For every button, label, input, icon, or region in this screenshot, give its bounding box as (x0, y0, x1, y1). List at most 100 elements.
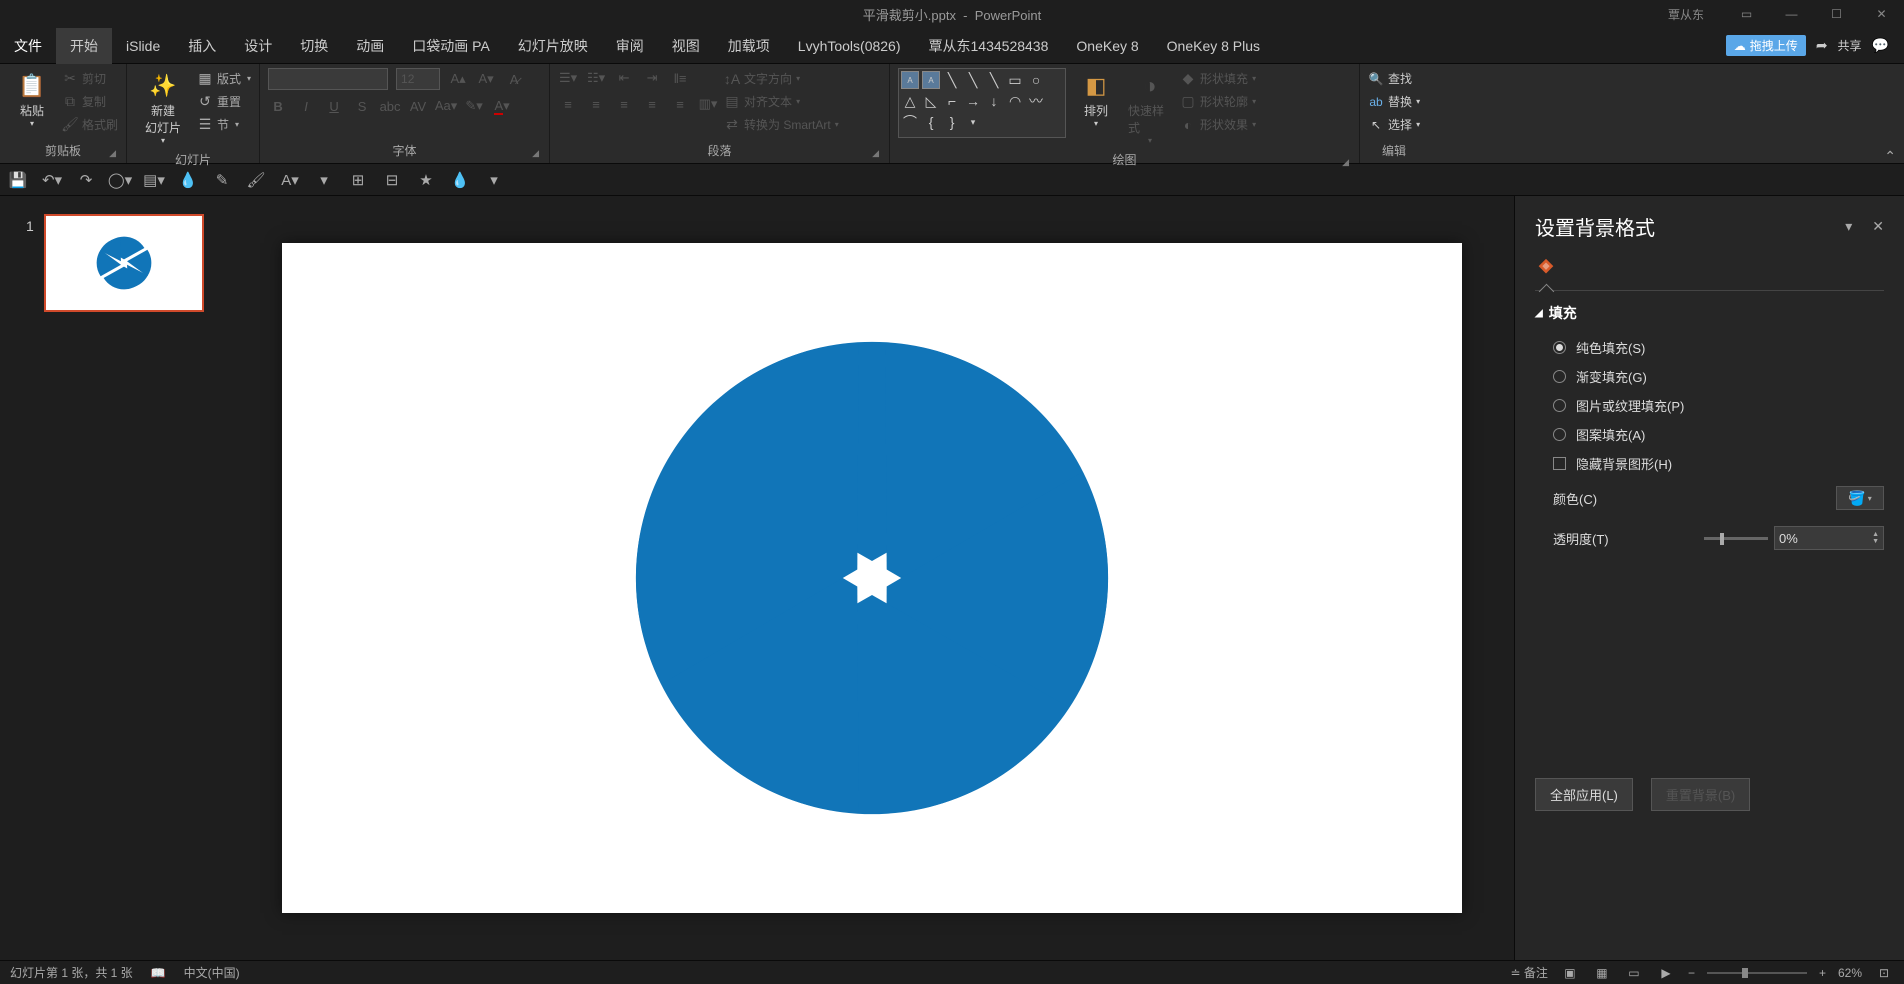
format-painter-button[interactable]: 🖌格式刷 (62, 114, 118, 135)
tab-transitions[interactable]: 切换 (286, 28, 342, 64)
tab-qcd[interactable]: 覃从东1434528438 (915, 28, 1063, 64)
shadow-icon[interactable]: abc (380, 96, 400, 116)
tab-slideshow[interactable]: 幻灯片放映 (504, 28, 602, 64)
shape-line2-icon[interactable]: ╲ (964, 71, 982, 89)
tab-pa[interactable]: 口袋动画 PA (398, 28, 504, 64)
new-slide-button[interactable]: ✨ 新建 幻灯片 ▾ (135, 68, 191, 149)
shapes-gallery[interactable]: A A ╲ ╲ ╲ ▭ ○ △ ◺ ⌐ → ↓ ◠ 〰 ⌒ { } ▾ (898, 68, 1066, 138)
shape-triangle-icon[interactable]: ◺ (922, 92, 940, 110)
indent-dec-icon[interactable]: ⇤ (614, 68, 634, 88)
radio-gradient-fill[interactable]: 渐变填充(G) (1535, 362, 1884, 391)
numbering-icon[interactable]: ☷▾ (586, 68, 606, 88)
user-name[interactable]: 覃从东 (1668, 6, 1704, 23)
tab-islide[interactable]: iSlide (112, 28, 174, 64)
launcher-icon[interactable]: ◢ (1342, 157, 1349, 168)
font-size-combo[interactable]: 12 (396, 68, 440, 90)
select-button[interactable]: ↖选择▾ (1368, 114, 1420, 135)
columns-icon[interactable]: ▥▾ (698, 94, 718, 114)
shape-arrowd-icon[interactable]: ↓ (985, 92, 1003, 110)
strike-icon[interactable]: S (352, 96, 372, 116)
redo-icon[interactable]: ↷ (76, 170, 96, 190)
line-spacing-icon[interactable]: ‖≡ (670, 68, 690, 88)
font-family-combo[interactable] (268, 68, 388, 90)
bullets-icon[interactable]: ☰▾ (558, 68, 578, 88)
find-button[interactable]: 🔍查找 (1368, 68, 1420, 89)
thumbnail-item[interactable]: 1 (26, 214, 204, 312)
shape-outline-button[interactable]: ▢形状轮廓▾ (1180, 91, 1256, 112)
shape-tool-icon[interactable]: ◯▾ (110, 170, 130, 190)
tab-file[interactable]: 文件 (0, 28, 56, 64)
shape-brace-r-icon[interactable]: } (943, 113, 961, 131)
text-direction-button[interactable]: ↕A文字方向▾ (724, 68, 839, 89)
color-picker-button[interactable]: 🪣 ▾ (1836, 486, 1884, 510)
zoom-slider[interactable] (1707, 972, 1807, 974)
paste-button[interactable]: 📋 粘贴 ▾ (8, 68, 56, 132)
italic-icon[interactable]: I (296, 96, 316, 116)
align-center-icon[interactable]: ≡ (586, 94, 606, 114)
undo-icon[interactable]: ↶▾ (42, 170, 62, 190)
reset-bg-button[interactable]: 重置背景(B) (1651, 778, 1750, 811)
tab-view[interactable]: 视图 (658, 28, 714, 64)
pane-menu-icon[interactable]: ▾ (1845, 218, 1852, 235)
shrink-font-icon[interactable]: A▾ (476, 69, 496, 89)
slide-canvas-area[interactable] (230, 196, 1514, 960)
save-icon[interactable]: 💾 (8, 170, 28, 190)
shape-arc2-icon[interactable]: ⌒ (901, 113, 919, 131)
shape-textbox2-icon[interactable]: A (922, 71, 940, 89)
text-icon[interactable]: A▾ (280, 170, 300, 190)
tab-lvyh[interactable]: LvyhTools(0826) (784, 28, 915, 64)
smartart-button[interactable]: ⇄转换为 SmartArt▾ (724, 114, 839, 135)
underline-icon[interactable]: U (324, 96, 344, 116)
align-left-icon[interactable]: ≡ (558, 94, 578, 114)
shape-brace-l-icon[interactable]: { (922, 113, 940, 131)
shape-arc-icon[interactable]: ◠ (1006, 92, 1024, 110)
shape-line3-icon[interactable]: ╲ (985, 71, 1003, 89)
tab-design[interactable]: 设计 (230, 28, 286, 64)
shape-corner-icon[interactable]: ⌐ (943, 92, 961, 110)
cut-button[interactable]: ✂剪切 (62, 68, 118, 89)
tab-onekey8plus[interactable]: OneKey 8 Plus (1153, 28, 1274, 64)
copy-button[interactable]: ⧉复制 (62, 91, 118, 112)
fit-window-icon[interactable]: ⊡ (1874, 965, 1894, 981)
fill-tab-icon[interactable] (1535, 257, 1884, 282)
eyedrop-icon[interactable]: 💧 (178, 170, 198, 190)
shape-effects-button[interactable]: ◐形状效果▾ (1180, 114, 1256, 135)
transparency-spinner[interactable]: 0% ▲▼ (1774, 526, 1884, 550)
launcher-icon[interactable]: ◢ (532, 148, 539, 159)
slideshow-view-icon[interactable]: ▶ (1656, 965, 1676, 981)
align-icon[interactable]: ▾ (314, 170, 334, 190)
zoom-in-icon[interactable]: + (1819, 966, 1826, 980)
reset-button[interactable]: ↺重置 (197, 91, 251, 112)
launcher-icon[interactable]: ◢ (109, 148, 116, 159)
more-icon[interactable]: ▾ (484, 170, 504, 190)
shape-arrow-icon[interactable]: → (964, 92, 982, 110)
shape-arrowup-icon[interactable]: △ (901, 92, 919, 110)
display-options-icon[interactable]: ▭ (1724, 0, 1769, 28)
group-icon[interactable]: ⊞ (348, 170, 368, 190)
radio-solid-fill[interactable]: 纯色填充(S) (1535, 333, 1884, 362)
quick-styles-button[interactable]: ◑ 快速样式▾ (1126, 68, 1174, 149)
arrange-button[interactable]: ◧ 排列▾ (1072, 68, 1120, 132)
distribute-icon[interactable]: ≡ (670, 94, 690, 114)
shape-textbox-icon[interactable]: A (901, 71, 919, 89)
comments-icon[interactable]: 💬 (1872, 37, 1889, 54)
shape-curve-icon[interactable]: 〰 (1027, 92, 1045, 110)
replace-button[interactable]: ab替换▾ (1368, 91, 1420, 112)
ungroup-icon[interactable]: ⊟ (382, 170, 402, 190)
transparency-slider[interactable] (1704, 537, 1768, 540)
notes-button[interactable]: ≐ 备注 (1511, 964, 1548, 981)
sorter-view-icon[interactable]: ▦ (1592, 965, 1612, 981)
shape-more-icon[interactable]: ▾ (964, 113, 982, 131)
checkbox-hide-bg[interactable]: 隐藏背景图形(H) (1535, 449, 1884, 478)
bold-icon[interactable]: B (268, 96, 288, 116)
shape-oval-icon[interactable]: ○ (1027, 71, 1045, 89)
layout-button[interactable]: ▦版式▾ (197, 68, 251, 89)
layers-icon[interactable]: ▤▾ (144, 170, 164, 190)
align-right-icon[interactable]: ≡ (614, 94, 634, 114)
slide[interactable] (282, 243, 1462, 913)
shape-fill-button[interactable]: ◆形状填充▾ (1180, 68, 1256, 89)
shape-line-icon[interactable]: ╲ (943, 71, 961, 89)
apply-all-button[interactable]: 全部应用(L) (1535, 778, 1633, 811)
tab-insert[interactable]: 插入 (174, 28, 230, 64)
tab-review[interactable]: 审阅 (602, 28, 658, 64)
